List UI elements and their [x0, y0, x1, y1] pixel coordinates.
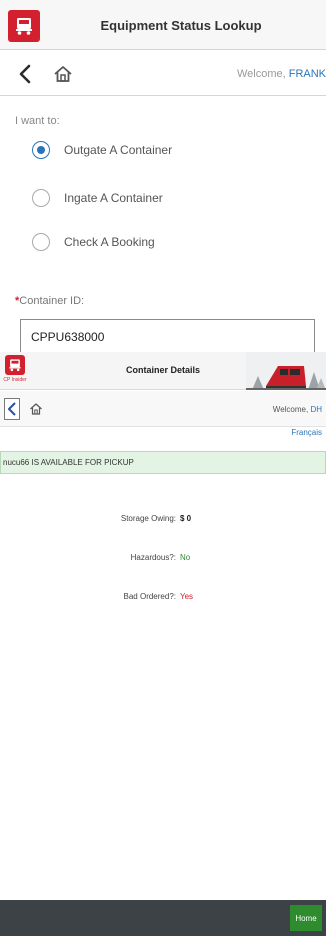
radio-option-outgate[interactable]: Outgate A Container: [32, 139, 172, 161]
container-id-label: *Container ID:: [15, 295, 84, 307]
form-prompt: I want to:: [15, 115, 60, 127]
storage-owing-label: Storage Owing:: [120, 514, 176, 523]
welcome-prefix: Welcome,: [272, 405, 311, 414]
back-arrow-icon[interactable]: [14, 61, 36, 87]
container-id-input[interactable]: [20, 319, 315, 355]
details-header: CP Insider Container Details: [0, 352, 326, 390]
radio-button[interactable]: [32, 189, 50, 207]
lookup-form: I want to: Outgate A Container Ingate A …: [0, 97, 326, 355]
radio-label: Outgate A Container: [64, 143, 173, 157]
user-name[interactable]: FRANK: [289, 68, 326, 80]
language-toggle-link[interactable]: Français: [291, 428, 322, 437]
nav-bar: Welcome, FRANK: [0, 51, 326, 96]
hazardous-label: Hazardous?:: [130, 553, 176, 562]
back-arrow-icon[interactable]: [4, 398, 20, 420]
home-icon[interactable]: [52, 63, 74, 85]
radio-label: Check A Booking: [64, 235, 155, 249]
train-banner-icon: [246, 352, 326, 390]
container-details-screen: CP Insider Container Details Welcome, DH…: [0, 352, 326, 936]
welcome-text: Welcome, DH: [273, 405, 322, 414]
welcome-prefix: Welcome,: [236, 68, 289, 80]
footer-bar: Home: [0, 900, 326, 936]
radio-option-booking[interactable]: Check A Booking: [32, 231, 155, 253]
page-title: Equipment Status Lookup: [100, 18, 262, 33]
home-button[interactable]: Home: [290, 905, 322, 931]
radio-label: Ingate A Container: [64, 191, 163, 205]
brand-text: CP Insider: [3, 377, 27, 383]
storage-owing-value: $ 0: [180, 514, 192, 523]
bad-ordered-label: Bad Ordered?:: [123, 592, 176, 601]
availability-alert: nucu66 IS AVAILABLE FOR PICKUP: [0, 451, 326, 474]
welcome-text: Welcome, FRANK: [237, 68, 326, 80]
equipment-status-lookup-screen: Equipment Status Lookup Welcome, FRANK I…: [0, 0, 326, 355]
user-name[interactable]: DH: [310, 405, 322, 414]
radio-button[interactable]: [32, 141, 50, 159]
bad-ordered-value: Yes: [180, 592, 194, 601]
hazardous-value: No: [180, 553, 191, 562]
app-header: Equipment Status Lookup: [0, 0, 326, 50]
home-icon[interactable]: [29, 402, 43, 416]
details-nav-bar: Welcome, DH: [0, 391, 326, 427]
radio-option-ingate[interactable]: Ingate A Container: [32, 187, 163, 209]
container-id-label-text: Container ID:: [19, 295, 85, 307]
radio-button[interactable]: [32, 233, 50, 251]
